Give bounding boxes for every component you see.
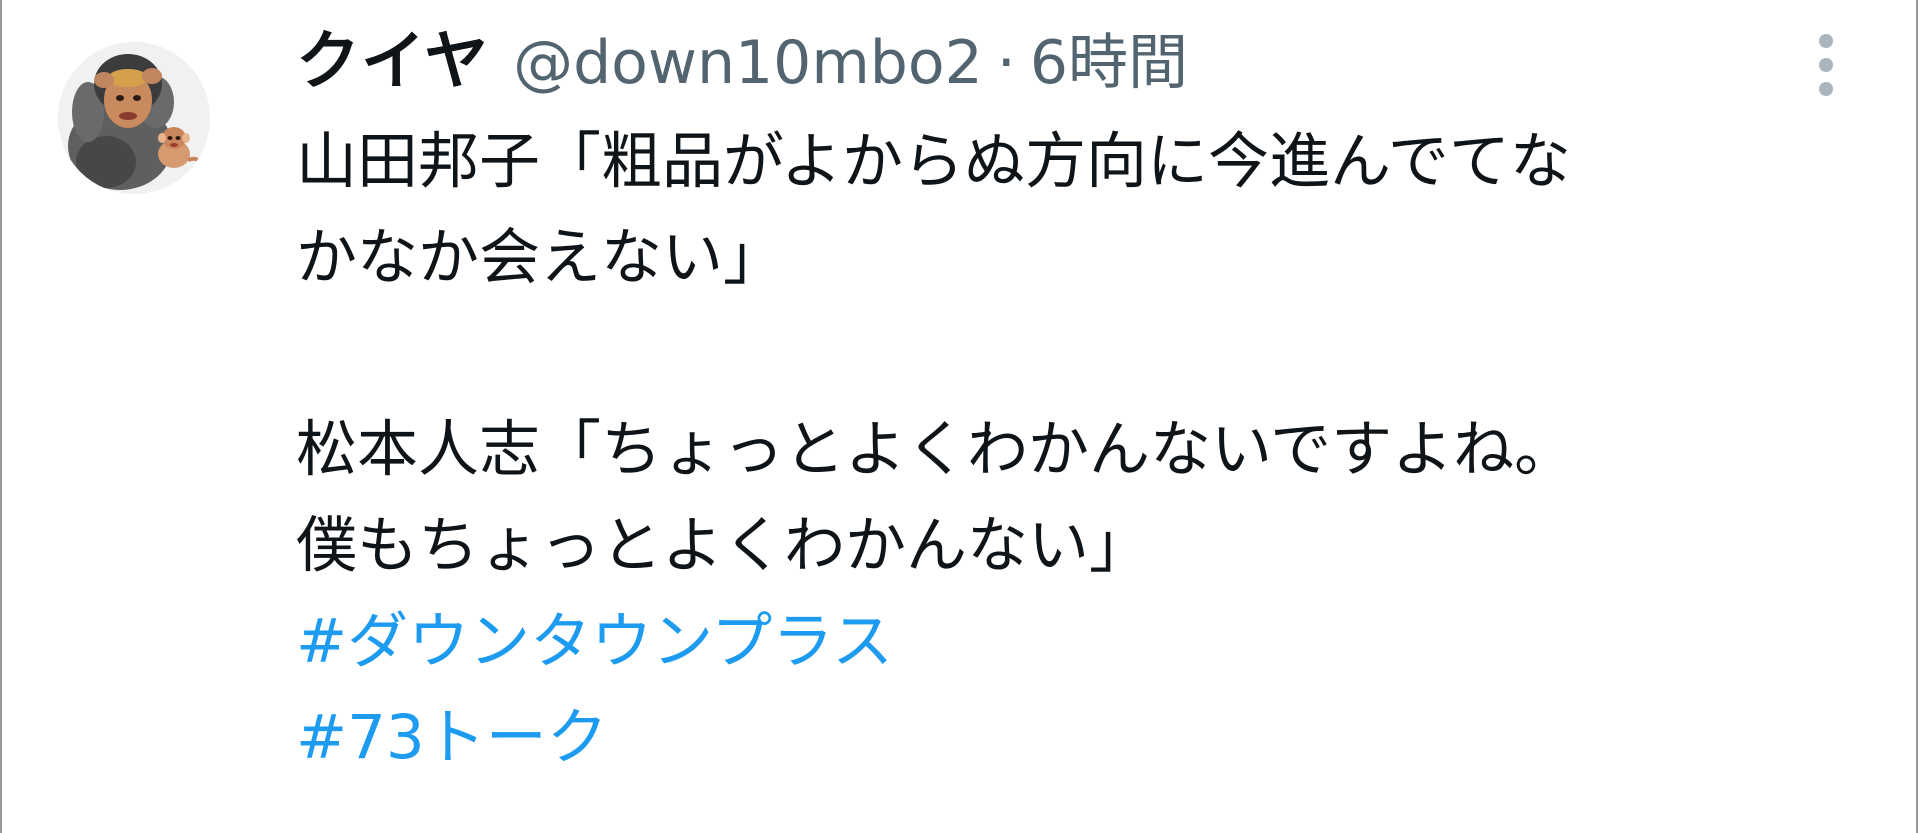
tweet-text-line: 僕もちょっとよくわかんない」	[296, 510, 1151, 581]
avatar[interactable]	[58, 42, 210, 194]
more-dot	[1819, 58, 1833, 72]
tweet-content: クイヤ @down10mbo2 · 6時間 山田邦子「粗品がよからぬ方向に今進ん…	[296, 14, 1856, 786]
display-name[interactable]: クイヤ	[296, 14, 489, 110]
hashtag-link[interactable]: #73トーク	[296, 690, 1856, 786]
screenshot-frame: クイヤ @down10mbo2 · 6時間 山田邦子「粗品がよからぬ方向に今進ん…	[0, 0, 1918, 833]
user-handle[interactable]: @down10mbo2	[513, 15, 983, 111]
separator-dot: ·	[996, 28, 1016, 98]
tweet-header: クイヤ @down10mbo2 · 6時間	[296, 14, 1856, 110]
tweet-text-line: 松本人志「ちょっとよくわかんないですよね。	[296, 414, 1576, 485]
more-vertical-icon[interactable]	[1812, 34, 1840, 96]
hashtag-link[interactable]: #ダウンタウンプラス	[296, 594, 1856, 690]
tweet-text: 山田邦子「粗品がよからぬ方向に今進んでてな かなか会えない」 松本人志「ちょっと…	[296, 114, 1856, 786]
more-dot	[1819, 34, 1833, 48]
timestamp[interactable]: 6時間	[1030, 15, 1188, 111]
avatar-image	[58, 42, 210, 194]
more-dot	[1819, 82, 1833, 96]
tweet-text-line: 山田邦子「粗品がよからぬ方向に今進んでてな	[296, 126, 1571, 197]
tweet[interactable]: クイヤ @down10mbo2 · 6時間 山田邦子「粗品がよからぬ方向に今進ん…	[2, 0, 1916, 833]
tweet-text-line: かなか会えない」	[296, 222, 785, 293]
